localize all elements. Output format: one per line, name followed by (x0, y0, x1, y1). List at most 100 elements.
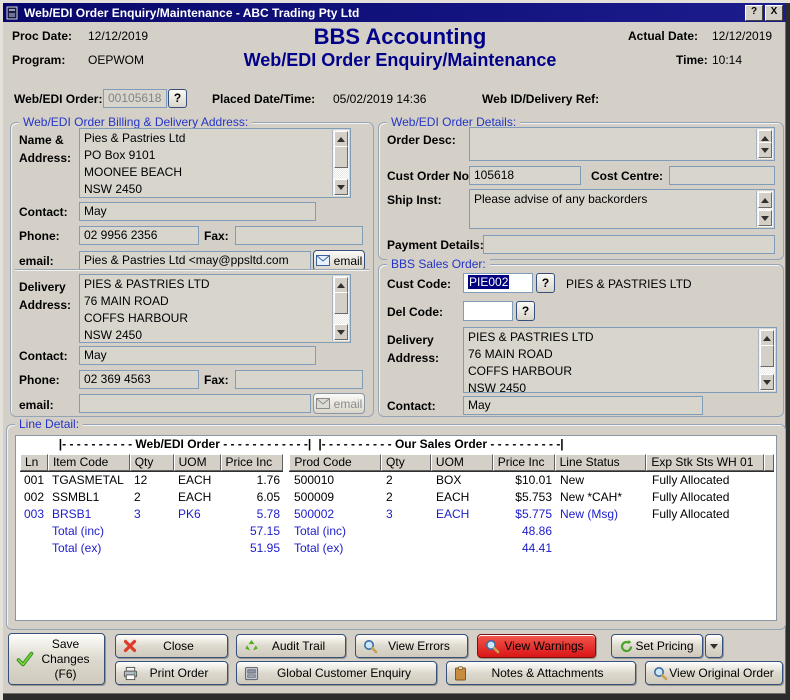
del-code-help-button[interactable]: ? (516, 301, 535, 321)
billing-contact-label: Contact: (19, 205, 68, 219)
webedi-order-help-button[interactable]: ? (168, 89, 187, 108)
billing-fax-field[interactable] (235, 226, 363, 245)
set-pricing-dropdown-button[interactable] (705, 634, 723, 658)
cell-line-status: New *CAH* (556, 489, 648, 506)
cell-so-price-inc: $5.753 (494, 489, 556, 506)
scroll-thumb[interactable] (334, 292, 348, 314)
col-header-uom[interactable]: UOM (174, 454, 221, 471)
sales-delivery-scrollbar[interactable] (758, 329, 775, 391)
delivery-fax-field[interactable] (235, 370, 363, 389)
delivery-email-button[interactable]: email (313, 393, 365, 414)
ship-inst-scrollbar[interactable] (756, 191, 773, 227)
col-header-exp-stk[interactable]: Exp Stk Sts WH 01 (646, 454, 764, 471)
billing-phone-field[interactable]: 02 9956 2356 (79, 226, 199, 245)
col-header-ln[interactable]: Ln (20, 454, 48, 471)
table-row[interactable]: 001TGASMETAL12EACH1.765000102BOX$10.01Ne… (20, 472, 774, 489)
name-address-scrollbar[interactable] (332, 130, 349, 196)
cust-order-no-field[interactable]: 105618 (469, 166, 581, 185)
audit-trail-button[interactable]: Audit Trail (236, 634, 346, 658)
scroll-down-button[interactable] (758, 142, 772, 158)
scroll-down-button[interactable] (760, 374, 774, 390)
scroll-down-button[interactable] (334, 179, 348, 195)
global-customer-enquiry-button[interactable]: Global Customer Enquiry (236, 661, 437, 685)
cell-prod-code: 500009 (290, 489, 382, 506)
billing-email-field[interactable]: Pies & Pastries Ltd <may@ppsltd.com (79, 251, 311, 270)
webedi-order-label: Web/EDI Order: (14, 92, 102, 106)
delivery-email-label: email: (19, 398, 54, 412)
billing-email-button[interactable]: email (313, 250, 365, 271)
col-header-qty[interactable]: Qty (130, 454, 174, 471)
chevron-down-icon (710, 644, 718, 649)
order-desc-label: Order Desc: (387, 133, 456, 147)
scroll-down-button[interactable] (758, 210, 772, 226)
help-button[interactable]: ? (745, 5, 763, 21)
set-pricing-button[interactable]: Set Pricing (611, 634, 703, 658)
scroll-up-button[interactable] (758, 192, 772, 208)
view-errors-button[interactable]: View Errors (355, 634, 468, 658)
cust-code-field[interactable]: PIE002 (463, 273, 533, 293)
scroll-up-button[interactable] (334, 131, 348, 147)
view-original-order-button[interactable]: View Original Order (645, 661, 783, 685)
cell-ln: 001 (20, 472, 48, 489)
col-header-line-status[interactable]: Line Status (555, 454, 647, 471)
table-row[interactable]: 003BRSB13PK65.785000023EACH$5.775New (Ms… (20, 506, 774, 523)
scroll-thumb[interactable] (760, 345, 774, 367)
placed-datetime-label: Placed Date/Time: (212, 92, 315, 106)
webedi-order-field[interactable]: 00105618 (103, 89, 167, 108)
sales-delivery-field[interactable]: PIES & PASTRIES LTD 76 MAIN ROAD COFFS H… (463, 327, 777, 393)
totals-row[interactable]: Total (inc)57.15Total (inc)48.86 (20, 523, 774, 540)
col-header-so-price-inc[interactable]: Price Inc (493, 454, 555, 471)
order-desc-scrollbar[interactable] (756, 129, 773, 159)
col-header-spacer (764, 454, 774, 471)
cell-so-qty: 2 (382, 472, 432, 489)
cross-icon (123, 639, 137, 653)
cell-uom: PK6 (174, 506, 221, 523)
ship-inst-field[interactable]: Please advise of any backorders (469, 189, 775, 229)
billing-delivery-scrollbar[interactable] (332, 276, 349, 341)
table-row[interactable]: 002SSMBL12EACH6.055000092EACH$5.753New *… (20, 489, 774, 506)
delivery-phone-field[interactable]: 02 369 4563 (79, 370, 199, 389)
payment-details-field[interactable] (483, 235, 775, 254)
check-icon (16, 651, 34, 667)
clipboard-icon (454, 666, 467, 681)
col-header-prod-code[interactable]: Prod Code (289, 454, 381, 471)
payment-details-label: Payment Details: (387, 238, 484, 252)
col-header-so-qty[interactable]: Qty (381, 454, 431, 471)
del-code-field[interactable] (463, 301, 513, 321)
col-header-price-inc[interactable]: Price Inc (221, 454, 284, 471)
billing-phone-label: Phone: (19, 229, 60, 243)
cust-code-label: Cust Code: (387, 277, 451, 291)
print-order-button[interactable]: Print Order (115, 661, 228, 685)
scroll-thumb[interactable] (334, 146, 348, 168)
delivery-contact-field[interactable]: May (79, 346, 316, 365)
delivery-email-field[interactable] (79, 394, 311, 413)
order-desc-field[interactable] (469, 127, 775, 161)
cust-code-help-button[interactable]: ? (536, 273, 555, 293)
scroll-up-button[interactable] (334, 277, 348, 293)
sales-contact-field[interactable]: May (463, 396, 703, 415)
cell-ln: 003 (20, 506, 48, 523)
name-address-field[interactable]: Pies & Pastries Ltd PO Box 9101 MOONEE B… (79, 128, 351, 198)
close-window-button[interactable]: Close (115, 634, 228, 658)
totals-row[interactable]: Total (ex)51.95Total (ex)44.41 (20, 540, 774, 557)
cell-so-price-inc: 44.41 (494, 540, 556, 557)
cell-item-code: SSMBL1 (48, 489, 130, 506)
col-header-so-uom[interactable]: UOM (431, 454, 493, 471)
save-changes-button[interactable]: Save Changes (F6) (8, 633, 105, 685)
scroll-down-button[interactable] (334, 324, 348, 340)
envelope-icon (316, 255, 330, 266)
billing-delivery-field[interactable]: PIES & PASTRIES LTD 76 MAIN ROAD COFFS H… (79, 274, 351, 343)
billing-group: Web/EDI Order Billing & Delivery Address… (10, 122, 374, 417)
actual-date-value: 12/12/2019 (712, 29, 772, 43)
view-warnings-button[interactable]: View Warnings (477, 634, 596, 658)
col-header-item-code[interactable]: Item Code (48, 454, 130, 471)
cell-line-status: New (556, 472, 648, 489)
magnifier-icon (485, 639, 500, 654)
close-button[interactable]: X (765, 5, 783, 21)
scroll-up-button[interactable] (760, 330, 774, 346)
billing-contact-field[interactable]: May (79, 202, 316, 221)
notes-attachments-button[interactable]: Notes & Attachments (446, 661, 636, 685)
cell-item-code: TGASMETAL (48, 472, 130, 489)
cost-centre-field[interactable] (669, 166, 775, 185)
cell-so-qty: 3 (382, 506, 432, 523)
